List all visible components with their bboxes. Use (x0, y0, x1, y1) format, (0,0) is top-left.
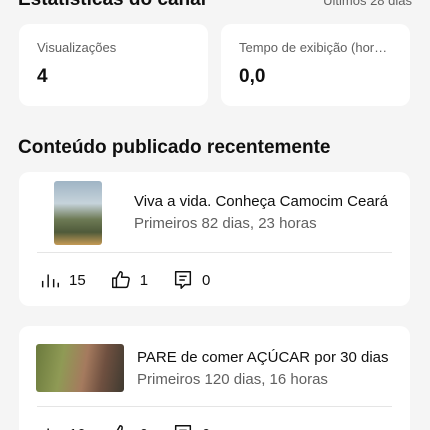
date-range-label[interactable]: Últimos 28 dias (323, 0, 412, 8)
views-count: 10 (69, 426, 86, 430)
video-card[interactable]: Viva a vida. Conheça Camocim Ceará Prime… (19, 172, 410, 306)
bar-chart-icon (41, 274, 59, 288)
divider (37, 252, 392, 253)
views-metric: 10 (39, 423, 86, 430)
comment-icon (174, 425, 192, 430)
video-period: Primeiros 120 dias, 16 horas (137, 371, 328, 388)
bar-chart-icon (47, 428, 49, 430)
watch-time-stat-card[interactable]: Tempo de exibição (horas) 0,0 (221, 24, 410, 106)
video-metrics: 10 0 0 (39, 423, 234, 430)
likes-count: 1 (139, 271, 149, 289)
views-stat-value: 4 (37, 66, 48, 87)
thumbs-up-icon (116, 425, 123, 430)
likes-count: 0 (140, 426, 148, 430)
watch-time-stat-value: 0,0 (239, 66, 266, 87)
comments-count: 0 (202, 426, 210, 430)
comments-metric: 0 (172, 423, 210, 430)
views-metric: 15 (39, 269, 86, 291)
channel-stats-title: Estatísticas do canal (18, 0, 206, 11)
divider (37, 406, 392, 407)
comments-metric: 0 (172, 269, 210, 291)
comments-count: 0 (202, 271, 211, 289)
views-stat-card[interactable]: Visualizações 4 (19, 24, 208, 106)
video-title[interactable]: Viva a vida. Conheça Camocim Ceará (134, 193, 396, 210)
video-title[interactable]: PARE de comer AÇÚCAR por 30 dias (137, 349, 399, 366)
channel-stats-header: Estatísticas do canal Últimos 28 dias (18, 0, 412, 11)
video-metrics: 15 1 0 (39, 269, 234, 291)
comment-icon (174, 271, 192, 289)
video-thumbnail[interactable] (36, 344, 124, 392)
video-thumbnail[interactable] (54, 181, 102, 245)
likes-metric: 0 (110, 423, 148, 430)
recent-content-title: Conteúdo publicado recentemente (18, 137, 331, 158)
watch-time-stat-label: Tempo de exibição (horas) (239, 40, 392, 55)
video-period: Primeiros 82 dias, 23 horas (134, 215, 317, 232)
views-count: 15 (69, 271, 86, 289)
thumbs-up-icon (111, 271, 130, 289)
video-card[interactable]: PARE de comer AÇÚCAR por 30 dias Primeir… (19, 326, 410, 430)
views-stat-label: Visualizações (37, 40, 117, 55)
likes-metric: 1 (110, 269, 148, 291)
